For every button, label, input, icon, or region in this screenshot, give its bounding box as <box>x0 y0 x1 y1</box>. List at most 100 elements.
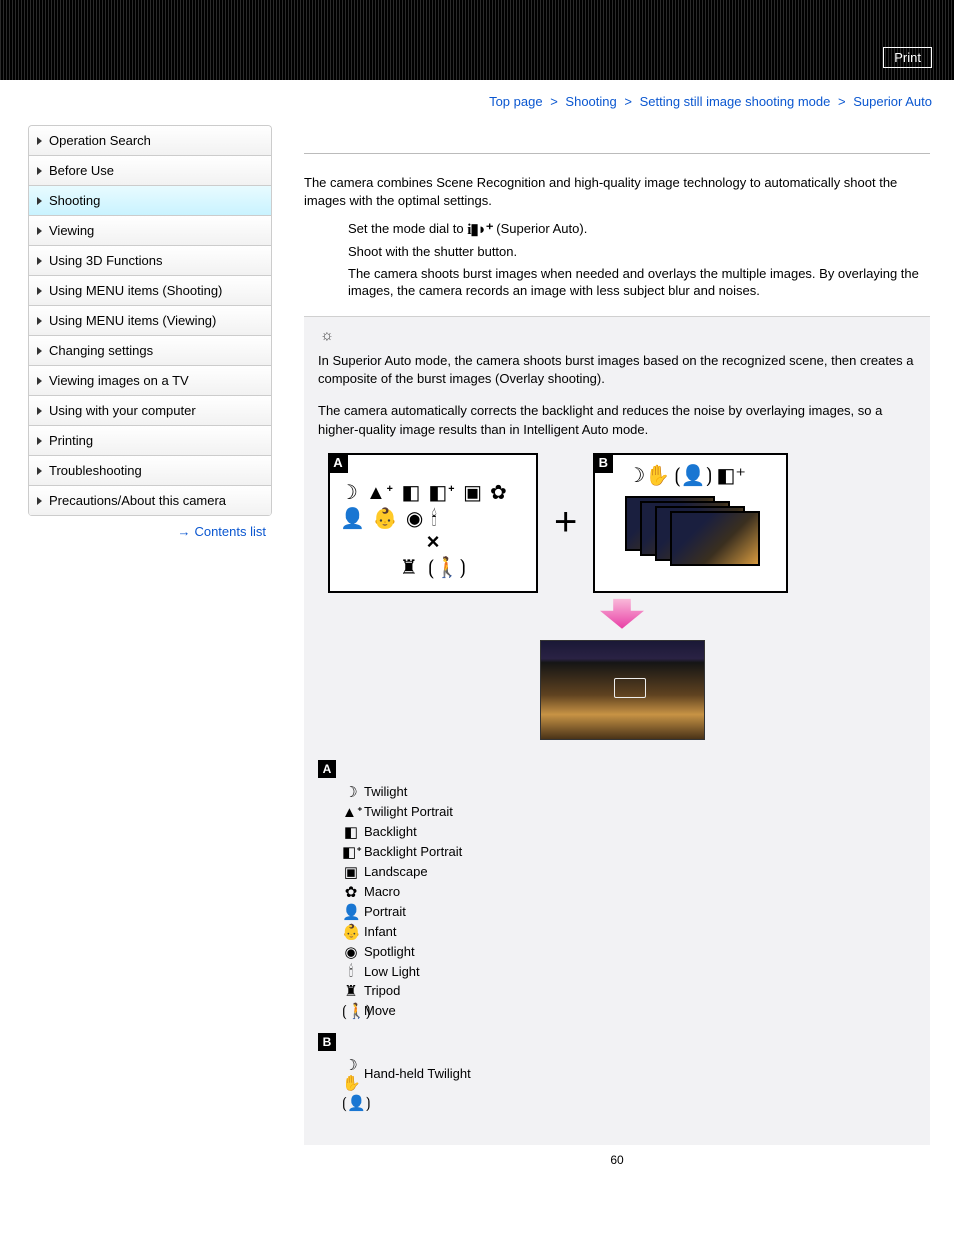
tip-box: ☼ In Superior Auto mode, the camera shoo… <box>304 316 930 1145</box>
legend-b-list: ☽✋ Hand-held Twilight ⟮👤⟯ <box>318 1055 916 1113</box>
legend-text: Infant <box>364 924 397 939</box>
legend-item: ☽Twilight <box>342 782 916 802</box>
sidebar-item-3d[interactable]: Using 3D Functions <box>29 246 271 276</box>
sidebar-item-printing[interactable]: Printing <box>29 426 271 456</box>
legend-text: Backlight <box>364 824 417 839</box>
legend-item: ✿ Macro <box>342 882 916 902</box>
backlight-portrait-icon: ◧ᐩ <box>342 843 360 861</box>
legend-item: 👶 Infant <box>342 922 916 942</box>
intro-text: The camera combines Scene Recognition an… <box>304 174 930 209</box>
lowlight-icon: 🕯 <box>342 963 360 980</box>
backlight-icon: ◧ <box>402 483 421 503</box>
superior-auto-mode-icon: i▮◗⁺ <box>467 220 492 240</box>
infant-icon: 👶 <box>373 509 398 529</box>
spotlight-icon: ◉ <box>406 509 423 529</box>
legend-item: ▲ᐩTwilight Portrait <box>342 802 916 822</box>
macro-icon: ✿ <box>490 483 507 503</box>
legend-text: Portrait <box>364 904 406 919</box>
legend-item: ⟮🚶⟯ Move <box>342 1001 916 1021</box>
lightbulb-icon: ☼ <box>318 327 336 344</box>
sidebar-item-changing-settings[interactable]: Changing settings <box>29 336 271 366</box>
handheld-twilight-icon: ☽✋ <box>627 463 670 488</box>
breadcrumb-item-shooting[interactable]: Shooting <box>565 94 616 109</box>
sidebar-item-precautions[interactable]: Precautions/About this camera <box>29 486 271 516</box>
legend-item: ⟮👤⟯ <box>342 1093 916 1113</box>
move-icon: ⟮🚶⟯ <box>342 1002 360 1020</box>
sidebar-item-menu-shooting[interactable]: Using MENU items (Shooting) <box>29 276 271 306</box>
legend-item: ◧ᐩ Backlight Portrait <box>342 842 916 862</box>
sidebar-item-computer[interactable]: Using with your computer <box>29 396 271 426</box>
tip-text-1: In Superior Auto mode, the camera shoots… <box>318 352 916 388</box>
legend-text: Low Light <box>364 964 420 979</box>
sidebar-item-shooting[interactable]: Shooting <box>29 186 271 216</box>
sidebar-item-before-use[interactable]: Before Use <box>29 156 271 186</box>
breadcrumb-sep: > <box>550 94 558 109</box>
legend-item: ◧ Backlight <box>342 822 916 842</box>
arrow-down-icon <box>600 599 644 629</box>
page-number: 60 <box>304 1145 930 1183</box>
badge-a-icon: A <box>328 453 348 473</box>
infant-icon: 👶 <box>342 923 360 941</box>
backlight-icon: ◧ <box>342 823 360 841</box>
contents-list-link[interactable]: Contents list <box>194 524 266 539</box>
print-button[interactable]: Print <box>883 47 932 68</box>
handheld-twilight-icon: ☽✋ <box>342 1056 360 1092</box>
legend-item: ♜ Tripod <box>342 981 916 1001</box>
breadcrumb-item-top[interactable]: Top page <box>489 94 543 109</box>
antiblur-icon: ⟮👤⟯ <box>342 1094 360 1112</box>
step1-suffix: (Superior Auto). <box>493 221 588 236</box>
legend-text: Move <box>364 1003 396 1018</box>
badge-b-icon: B <box>593 453 613 473</box>
legend-text: Hand-held Twilight <box>364 1066 471 1081</box>
backlight-portrait-icon: ◧ᐩ <box>428 483 455 503</box>
sidebar-item-viewing[interactable]: Viewing <box>29 216 271 246</box>
arrow-right-icon: → <box>177 524 190 539</box>
legend-text: Backlight Portrait <box>364 844 462 859</box>
sidebar-item-tv[interactable]: Viewing images on a TV <box>29 366 271 396</box>
step-1: Set the mode dial to i▮◗⁺ (Superior Auto… <box>348 219 930 239</box>
diagram: A ☽ ▲ᐩ ◧ ◧ᐩ ▣ ✿ 👤 👶 ◉ 🕯 <box>328 453 916 740</box>
lowlight-icon: 🕯 <box>431 509 437 529</box>
steps: Set the mode dial to i▮◗⁺ (Superior Auto… <box>304 219 930 300</box>
portrait-icon: 👤 <box>340 509 365 529</box>
legend-a-list: ☽Twilight ▲ᐩTwilight Portrait ◧ Backlight… <box>318 782 916 1021</box>
sidebar-item-operation-search[interactable]: Operation Search <box>29 126 271 156</box>
burst-frame <box>670 511 760 566</box>
legend-text: Landscape <box>364 864 428 879</box>
macro-icon: ✿ <box>342 883 360 901</box>
burst-stack <box>625 496 775 566</box>
legend-text: Twilight Portrait <box>364 804 453 819</box>
contents-link-wrap: → Contents list <box>28 516 272 539</box>
diagram-panel-a: A ☽ ▲ᐩ ◧ ◧ᐩ ▣ ✿ 👤 👶 ◉ 🕯 <box>328 453 538 593</box>
legend-text: Macro <box>364 884 400 899</box>
legends: A ☽Twilight ▲ᐩTwilight Portrait ◧Backlig… <box>318 760 916 1113</box>
landscape-icon: ▣ <box>463 483 482 503</box>
breadcrumb-item-mode[interactable]: Setting still image shooting mode <box>640 94 831 109</box>
portrait-icon: 👤 <box>342 903 360 921</box>
tripod-icon: ♜ <box>342 982 360 1000</box>
tripod-icon: ♜ <box>400 555 418 580</box>
plus-icon: + <box>554 500 577 545</box>
result-image <box>540 640 705 740</box>
header-bar: Print <box>0 0 954 80</box>
legend-b-label: B <box>318 1033 336 1051</box>
legend-item: 👤 Portrait <box>342 902 916 922</box>
landscape-icon: ▣ <box>342 863 360 881</box>
cross-icon: × <box>340 529 526 555</box>
breadcrumb-sep: > <box>838 94 846 109</box>
arrow-down-wrap <box>328 599 916 632</box>
twilight-portrait-icon: ▲ᐩ <box>366 483 394 503</box>
divider <box>304 153 930 154</box>
breadcrumb: Top page > Shooting > Setting still imag… <box>0 80 954 113</box>
tip-text-2: The camera automatically corrects the ba… <box>318 402 916 438</box>
move-icon: ⟮🚶⟯ <box>428 555 466 580</box>
sidebar-item-menu-viewing[interactable]: Using MENU items (Viewing) <box>29 306 271 336</box>
main-content: The camera combines Scene Recognition an… <box>272 113 954 1203</box>
breadcrumb-item-current[interactable]: Superior Auto <box>853 94 932 109</box>
spotlight-icon: ◉ <box>342 943 360 961</box>
legend-text: Tripod <box>364 983 400 998</box>
sidebar-item-troubleshooting[interactable]: Troubleshooting <box>29 456 271 486</box>
twilight-icon: ☽ <box>342 783 360 801</box>
legend-item: 🕯 Low Light <box>342 962 916 981</box>
legend-text: Spotlight <box>364 944 415 959</box>
